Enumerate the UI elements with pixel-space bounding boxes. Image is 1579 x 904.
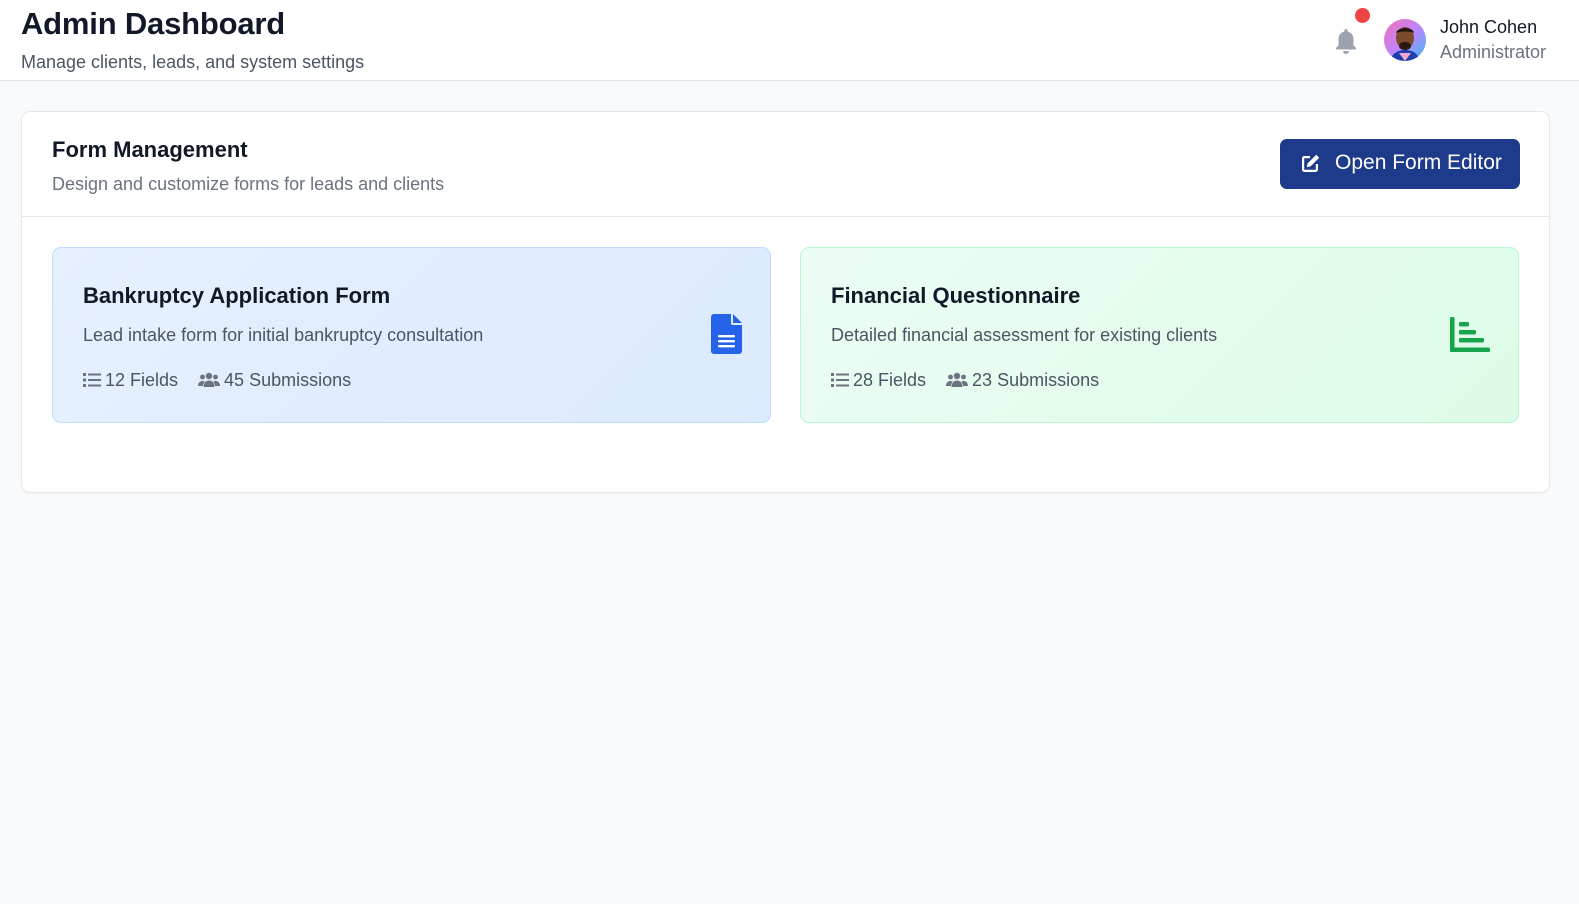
page-title: Admin Dashboard [21, 6, 285, 41]
panel-header: Form Management Design and customize for… [22, 112, 1549, 217]
submissions-label: 45 Submissions [224, 369, 352, 390]
submissions-count: 45 Submissions [198, 370, 351, 391]
form-management-panel: Form Management Design and customize for… [21, 111, 1550, 493]
form-card-description: Lead intake form for initial bankruptcy … [83, 325, 484, 345]
form-card-title: Bankruptcy Application Form [83, 283, 391, 308]
fields-label: 12 Fields [105, 369, 179, 390]
fields-count: 28 Fields [831, 370, 926, 391]
form-card-meta: 12 Fields 45 Submissions [83, 369, 351, 391]
panel-subtitle: Design and customize forms for leads and… [52, 174, 445, 194]
list-icon [83, 373, 101, 387]
form-card-financial[interactable]: Financial Questionnaire Detailed financi… [800, 247, 1519, 423]
notification-badge [1355, 8, 1370, 23]
bar-chart-icon [1450, 317, 1490, 352]
form-card-meta: 28 Fields 23 Submissions [831, 369, 1099, 391]
bell-icon[interactable] [1333, 27, 1359, 55]
user-avatar-image [1384, 19, 1426, 61]
open-form-editor-label: Open Form Editor [1335, 151, 1502, 174]
user-name: John Cohen [1440, 17, 1538, 37]
page-subtitle: Manage clients, leads, and system settin… [21, 52, 365, 72]
open-form-editor-button[interactable]: Open Form Editor [1280, 139, 1520, 189]
avatar[interactable] [1384, 19, 1426, 61]
document-icon [711, 314, 742, 354]
submissions-count: 23 Submissions [946, 370, 1099, 391]
fields-label: 28 Fields [853, 369, 927, 390]
panel-title: Form Management [52, 137, 248, 162]
user-role: Administrator [1440, 42, 1547, 62]
fields-count: 12 Fields [83, 370, 178, 391]
edit-icon [1302, 154, 1320, 172]
users-icon [198, 372, 221, 387]
form-card-description: Detailed financial assessment for existi… [831, 325, 1218, 345]
top-header: Admin Dashboard Manage clients, leads, a… [0, 0, 1579, 81]
submissions-label: 23 Submissions [972, 369, 1100, 390]
form-card-bankruptcy[interactable]: Bankruptcy Application Form Lead intake … [52, 247, 771, 423]
users-icon [946, 372, 969, 387]
form-card-title: Financial Questionnaire [831, 283, 1081, 308]
list-icon [831, 373, 849, 387]
